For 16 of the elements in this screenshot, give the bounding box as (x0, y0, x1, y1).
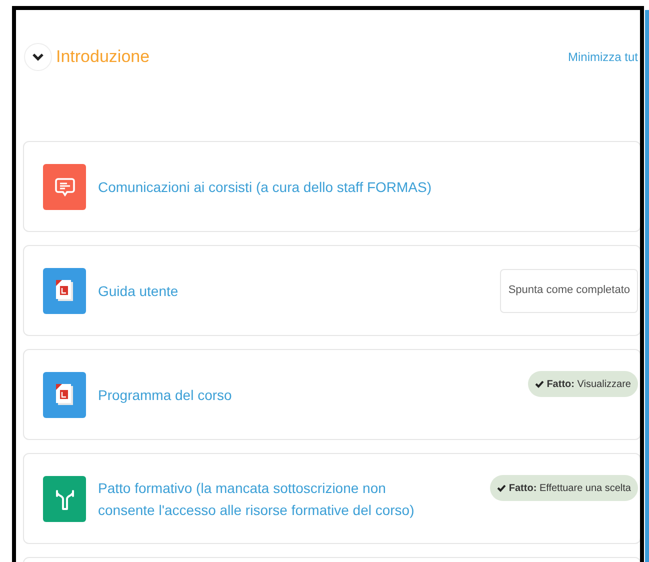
activity-link[interactable]: Comunicazioni ai corsisti (a cura dello staff FORMAS) (98, 176, 432, 198)
activity-link[interactable]: Programma del corso (98, 384, 232, 406)
collapse-all-link[interactable]: Minimizza tut (568, 48, 638, 66)
check-icon (534, 380, 544, 388)
document-icon (43, 268, 86, 314)
mark-complete-button[interactable]: Spunta come completato (500, 268, 638, 312)
activity-link[interactable]: Guida utente (98, 280, 178, 302)
activity-link[interactable]: Patto formativo (la mancata sottoscrizione non consente l'accesso alle risorse formative del corso) (98, 476, 438, 520)
completion-badge: Fatto: Visualizzare (528, 371, 638, 397)
collapse-toggle[interactable] (24, 43, 52, 71)
section-title[interactable]: Introduzione (56, 44, 150, 70)
speech-bubble-icon (43, 164, 86, 210)
completion-badge: Fatto: Effettuare una scelta (490, 475, 638, 501)
document-icon (43, 372, 86, 418)
fork-icon (43, 476, 86, 522)
check-icon (496, 484, 506, 492)
